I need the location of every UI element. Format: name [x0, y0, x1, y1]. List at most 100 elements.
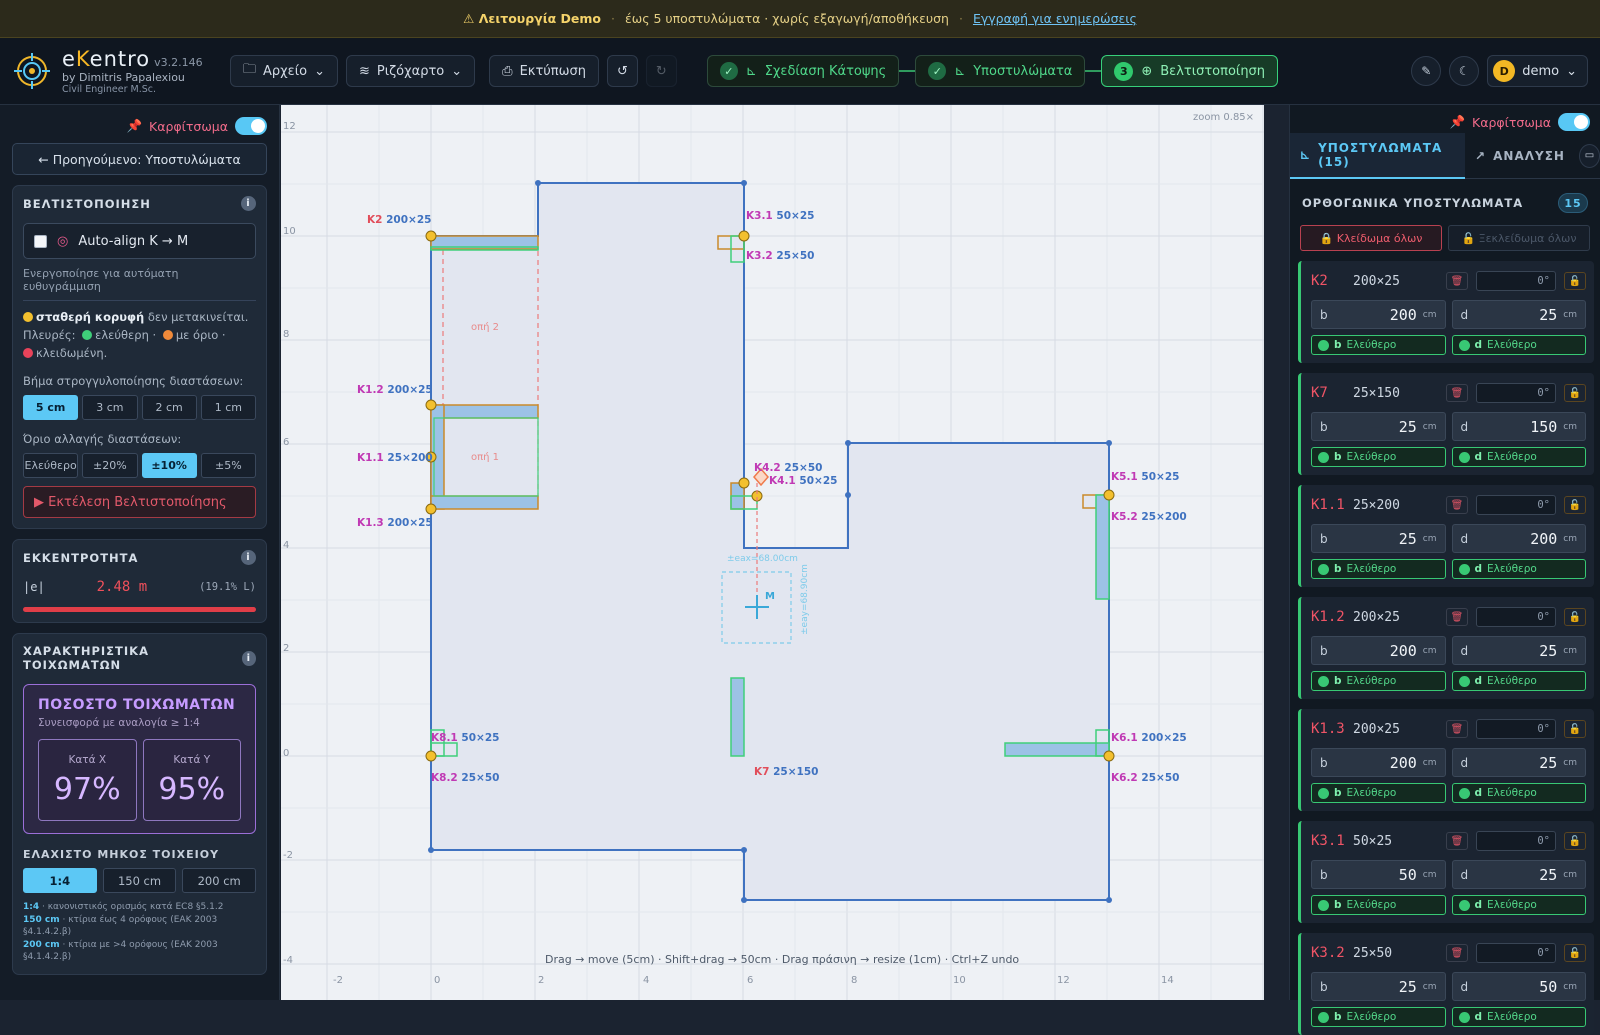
- b-free-toggle[interactable]: b Ελεύθερο: [1311, 895, 1446, 915]
- rotation-input[interactable]: 0°: [1476, 943, 1556, 963]
- step-columns[interactable]: ✓ ⊾ Υποστυλώματα: [915, 55, 1086, 87]
- b-dimension-input[interactable]: b 25 cm: [1311, 412, 1446, 441]
- rounding-option[interactable]: 1 cm: [200, 395, 256, 420]
- rotation-input[interactable]: 0°: [1476, 831, 1556, 851]
- limit-option[interactable]: ±20%: [82, 453, 138, 478]
- b-free-toggle[interactable]: b Ελεύθερο: [1311, 1007, 1446, 1027]
- d-dimension-input[interactable]: d 50 cm: [1451, 972, 1586, 1001]
- d-free-toggle[interactable]: d Ελεύθερο: [1451, 559, 1586, 579]
- info-icon[interactable]: i: [241, 550, 256, 565]
- floor-plan-canvas[interactable]: -2 0 2 4 6 8 10 12 14 12 10 8 6 4 2 0 -2…: [281, 105, 1264, 1000]
- floor-plan-svg[interactable]: -2 0 2 4 6 8 10 12 14 12 10 8 6 4 2 0 -2…: [281, 105, 1264, 1000]
- background-menu-button[interactable]: ≋ Ριζόχαρτο ⌄: [345, 55, 476, 87]
- b-dimension-input[interactable]: b 200 cm: [1311, 748, 1446, 777]
- limit-option[interactable]: ±10%: [141, 453, 197, 478]
- trash-icon[interactable]: 🗑: [1446, 720, 1468, 738]
- d-free-toggle[interactable]: d Ελεύθερο: [1451, 335, 1586, 355]
- unlock-all-button[interactable]: 🔓 Ξεκλείδωμα όλων: [1448, 225, 1590, 251]
- trash-icon[interactable]: 🗑: [1446, 272, 1468, 290]
- b-free-toggle[interactable]: b Ελεύθερο: [1311, 447, 1446, 467]
- column-card[interactable]: K1.1 25×200 🗑 0° 🔓 b 25 cm d 200 cm b Ελεύθερο d Ελεύθ…: [1298, 485, 1594, 587]
- d-dimension-input[interactable]: d 25 cm: [1451, 636, 1586, 665]
- rotation-input[interactable]: 0°: [1476, 383, 1556, 403]
- undo-button[interactable]: ↺: [606, 55, 638, 87]
- limit-option[interactable]: Ελεύθερο: [23, 453, 79, 478]
- trash-icon[interactable]: 🗑: [1446, 944, 1468, 962]
- d-free-toggle[interactable]: d Ελεύθερο: [1451, 895, 1586, 915]
- user-menu[interactable]: D demo ⌄: [1487, 55, 1588, 87]
- b-free-toggle[interactable]: b Ελεύθερο: [1311, 783, 1446, 803]
- print-button[interactable]: ⎙ Εκτύπωση: [489, 55, 599, 87]
- column-k13[interactable]: [430, 495, 539, 510]
- column-k12[interactable]: [430, 404, 539, 419]
- b-free-toggle[interactable]: b Ελεύθερο: [1311, 335, 1446, 355]
- comment-button[interactable]: ▭: [1578, 143, 1600, 168]
- column-card[interactable]: K7 25×150 🗑 0° 🔓 b 25 cm d 150 cm b Ελεύθερο d Ελεύθερ…: [1298, 373, 1594, 475]
- theme-toggle-button[interactable]: ☾: [1449, 56, 1480, 86]
- column-card[interactable]: K2 200×25 🗑 0° 🔓 b 200 cm d 25 cm b Ελεύθερο d Ελεύθερ…: [1298, 261, 1594, 363]
- tab-columns[interactable]: ⊾ ΥΠΟΣΤΥΛΩΜΑΤΑ (15): [1290, 132, 1466, 179]
- trash-icon[interactable]: 🗑: [1446, 832, 1468, 850]
- rotation-input[interactable]: 0°: [1476, 495, 1556, 515]
- autoalign-checkbox[interactable]: [34, 234, 47, 248]
- rotation-input[interactable]: 0°: [1476, 271, 1556, 291]
- rounding-option[interactable]: 3 cm: [82, 395, 138, 420]
- register-link[interactable]: Εγγραφή για ενημερώσεις: [973, 11, 1137, 26]
- column-card[interactable]: K3.2 25×50 🗑 0° 🔓 b 25 cm d 50 cm b Ελεύθερο d Ελεύθερ…: [1298, 933, 1594, 1035]
- step-optimization[interactable]: 3 ⊕ Βελτιστοποίηση: [1101, 55, 1279, 87]
- min-length-option[interactable]: 200 cm: [182, 868, 257, 893]
- b-dimension-input[interactable]: b 25 cm: [1311, 524, 1446, 553]
- min-length-option[interactable]: 1:4: [23, 868, 97, 893]
- min-length-option[interactable]: 150 cm: [102, 868, 177, 893]
- d-free-toggle[interactable]: d Ελεύθερο: [1451, 1007, 1586, 1027]
- column-card[interactable]: K3.1 50×25 🗑 0° 🔓 b 50 cm d 25 cm b Ελεύθερο d Ελεύθερ…: [1298, 821, 1594, 923]
- unlock-icon[interactable]: 🔓: [1564, 944, 1586, 962]
- b-dimension-input[interactable]: b 200 cm: [1311, 636, 1446, 665]
- b-dimension-input[interactable]: b 25 cm: [1311, 972, 1446, 1001]
- trash-icon[interactable]: 🗑: [1446, 608, 1468, 626]
- rounding-option[interactable]: 5 cm: [23, 395, 79, 420]
- column-k7[interactable]: [730, 677, 745, 757]
- b-free-toggle[interactable]: b Ελεύθερο: [1311, 559, 1446, 579]
- unlock-icon[interactable]: 🔓: [1564, 832, 1586, 850]
- unlock-icon[interactable]: 🔓: [1564, 720, 1586, 738]
- d-dimension-input[interactable]: d 25 cm: [1451, 860, 1586, 889]
- unlock-icon[interactable]: 🔓: [1564, 608, 1586, 626]
- unlock-icon[interactable]: 🔓: [1564, 496, 1586, 514]
- column-card[interactable]: K1.3 200×25 🗑 0° 🔓 b 200 cm d 25 cm b Ελεύθερο d Ελεύθ…: [1298, 709, 1594, 811]
- trash-icon[interactable]: 🗑: [1446, 384, 1468, 402]
- info-icon[interactable]: i: [241, 650, 256, 666]
- rotation-input[interactable]: 0°: [1476, 607, 1556, 627]
- info-icon[interactable]: i: [241, 196, 256, 211]
- autoalign-option[interactable]: ◎ Auto-align K → M: [23, 223, 256, 259]
- pin-toggle[interactable]: [235, 117, 267, 135]
- measure-tool-button[interactable]: ✎: [1411, 56, 1442, 86]
- lock-all-button[interactable]: 🔒 Κλείδωμα όλων: [1300, 225, 1442, 251]
- b-dimension-input[interactable]: b 50 cm: [1311, 860, 1446, 889]
- d-dimension-input[interactable]: d 150 cm: [1451, 412, 1586, 441]
- limit-option[interactable]: ±5%: [200, 453, 256, 478]
- column-k61[interactable]: [1004, 742, 1110, 757]
- file-menu-button[interactable]: 🗀 Αρχείο ⌄: [230, 55, 338, 87]
- column-card[interactable]: K1.2 200×25 🗑 0° 🔓 b 200 cm d 25 cm b Ελεύθερο d Ελεύθ…: [1298, 597, 1594, 699]
- b-free-toggle[interactable]: b Ελεύθερο: [1311, 671, 1446, 691]
- redo-button[interactable]: ↻: [645, 55, 677, 87]
- building-outline[interactable]: [430, 182, 1110, 901]
- tab-analysis[interactable]: ↗ ΑΝΑΛΥΣΗ: [1465, 133, 1575, 179]
- d-free-toggle[interactable]: d Ελεύθερο: [1451, 447, 1586, 467]
- previous-step-button[interactable]: ← Προηγούμενο: Υποστυλώματα: [12, 143, 267, 175]
- d-dimension-input[interactable]: d 25 cm: [1451, 748, 1586, 777]
- trash-icon[interactable]: 🗑: [1446, 496, 1468, 514]
- rounding-option[interactable]: 2 cm: [141, 395, 197, 420]
- d-dimension-input[interactable]: d 25 cm: [1451, 300, 1586, 329]
- pin-toggle[interactable]: [1558, 113, 1590, 131]
- unlock-icon[interactable]: 🔓: [1564, 384, 1586, 402]
- b-dimension-input[interactable]: b 200 cm: [1311, 300, 1446, 329]
- rotation-input[interactable]: 0°: [1476, 719, 1556, 739]
- column-k52[interactable]: [1095, 494, 1110, 600]
- step-plan-design[interactable]: ✓ ⊾ Σχεδίαση Κάτοψης: [706, 55, 900, 87]
- run-optimization-button[interactable]: ▶ Εκτέλεση Βελτιστοποίησης: [23, 486, 256, 518]
- d-free-toggle[interactable]: d Ελεύθερο: [1451, 783, 1586, 803]
- unlock-icon[interactable]: 🔓: [1564, 272, 1586, 290]
- d-free-toggle[interactable]: d Ελεύθερο: [1451, 671, 1586, 691]
